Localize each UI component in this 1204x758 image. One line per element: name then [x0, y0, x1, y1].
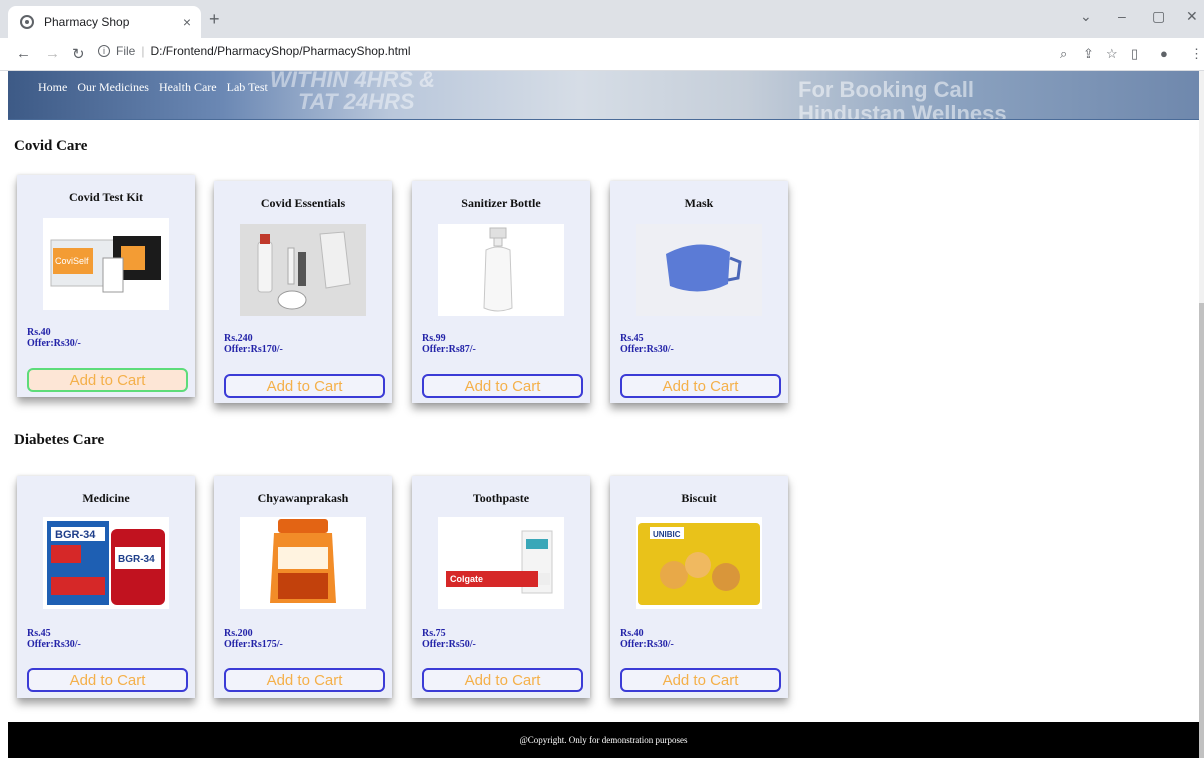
product-name: Biscuit [681, 491, 717, 505]
add-to-cart-button[interactable]: Add to Cart [422, 374, 583, 398]
zoom-icon[interactable]: ⌕ [1060, 46, 1067, 62]
globe-icon [20, 15, 34, 29]
product-card: Medicine BGR-34 BGR-34 Rs.45 Offer:Rs30/… [17, 476, 195, 698]
close-window-button[interactable]: ✕ [1186, 8, 1198, 25]
footer-text: @Copyright. Only for demonstration purpo… [519, 735, 688, 745]
product-price: Rs.45 [27, 628, 51, 639]
biscuit-brand: UNIBIC [653, 530, 681, 539]
product-name: Chyawanprakash [257, 491, 349, 505]
product-card: Chyawanprakash Rs.200 Offer:Rs175/- Add … [214, 476, 392, 698]
browser-tabstrip: Pharmacy Shop × + ⌄ – ▢ ✕ [0, 0, 1204, 38]
browser-tab[interactable]: Pharmacy Shop × [8, 6, 201, 38]
menu-icon[interactable]: ⋮ [1190, 46, 1203, 62]
url-scheme: File [116, 44, 136, 58]
new-tab-button[interactable]: + [209, 9, 220, 30]
product-name: Covid Essentials [260, 196, 346, 210]
nav-home[interactable]: Home [38, 80, 67, 95]
product-price: Rs.45 [620, 333, 644, 344]
add-to-cart-button[interactable]: Add to Cart [620, 374, 781, 398]
product-price: Rs.40 [27, 327, 51, 338]
share-icon[interactable]: ⇪ [1083, 46, 1094, 62]
product-card: Toothpaste Colgate Rs.75 Offer:Rs50/- Ad… [412, 476, 590, 698]
product-offer: Offer:Rs30/- [620, 639, 674, 650]
product-card: Covid Test Kit CoviSelf Rs.40 Offer:Rs30… [17, 175, 195, 397]
kit-brand: CoviSelf [55, 256, 89, 266]
sidepanel-icon[interactable]: ▯ [1131, 46, 1138, 62]
minimize-button[interactable]: – [1118, 8, 1126, 24]
product-price: Rs.40 [620, 628, 644, 639]
sanitizer-icon [438, 224, 564, 316]
biscuit-icon: UNIBIC [636, 517, 762, 609]
banner-bg-text: Hindustan Wellness [798, 101, 1007, 120]
nav-lab-test[interactable]: Lab Test [227, 80, 268, 95]
section-title: Diabetes Care [14, 432, 105, 448]
product-name: Sanitizer Bottle [461, 196, 541, 210]
product-offer: Offer:Rs170/- [224, 344, 283, 355]
test-kit-icon: CoviSelf [43, 218, 169, 310]
medicine-icon: BGR-34 BGR-34 [43, 517, 169, 609]
add-to-cart-button[interactable]: Add to Cart [224, 668, 385, 692]
product-name: Medicine [82, 491, 130, 505]
forward-arrow-icon[interactable]: → [45, 45, 60, 62]
product-card: Biscuit UNIBIC Rs.40 Offer:Rs30/- Add to… [610, 476, 788, 698]
profile-icon[interactable]: ● [1160, 46, 1168, 61]
maximize-button[interactable]: ▢ [1152, 8, 1165, 25]
product-price: Rs.99 [422, 333, 446, 344]
tab-title: Pharmacy Shop [44, 15, 130, 29]
mask-icon [636, 224, 762, 316]
add-to-cart-button[interactable]: Add to Cart [224, 374, 385, 398]
product-price: Rs.240 [224, 333, 253, 344]
banner-bg-text: TAT 24HRS [298, 89, 415, 114]
jar-icon [240, 517, 366, 609]
product-card: Sanitizer Bottle Rs.99 Offer:Rs87/- Add … [412, 181, 590, 403]
product-price: Rs.75 [422, 628, 446, 639]
info-icon[interactable]: i [98, 45, 110, 57]
product-card: Mask Rs.45 Offer:Rs30/- Add to Cart [610, 181, 788, 403]
product-name: Toothpaste [472, 491, 530, 505]
add-to-cart-button[interactable]: Add to Cart [422, 668, 583, 692]
essentials-icon [240, 224, 366, 316]
banner-bg-text: For Booking Call [798, 77, 974, 102]
bookmark-star-icon[interactable]: ☆ [1106, 46, 1118, 62]
add-to-cart-button[interactable]: Add to Cart [620, 668, 781, 692]
product-card: Covid Essentials Rs.240 Offer:Rs170/- Ad… [214, 181, 392, 403]
scrollbar[interactable] [1199, 71, 1204, 758]
back-arrow-icon[interactable]: ← [16, 45, 31, 62]
url-path: D:/Frontend/PharmacyShop/PharmacyShop.ht… [150, 44, 411, 58]
toothpaste-brand: Colgate [450, 574, 483, 584]
header-banner: WITHIN 4HRS & TAT 24HRS For Booking Call… [8, 71, 1199, 120]
product-offer: Offer:Rs175/- [224, 639, 283, 650]
add-to-cart-button[interactable]: Add to Cart [27, 368, 188, 392]
product-price: Rs.200 [224, 628, 253, 639]
product-name: Covid Test Kit [68, 190, 143, 204]
product-name: Mask [684, 196, 714, 210]
main-nav: Home Our Medicines Health Care Lab Test [38, 80, 268, 95]
product-offer: Offer:Rs50/- [422, 639, 476, 650]
nav-our-medicines[interactable]: Our Medicines [77, 80, 149, 95]
product-offer: Offer:Rs87/- [422, 344, 476, 355]
nav-health-care[interactable]: Health Care [159, 80, 217, 95]
product-offer: Offer:Rs30/- [620, 344, 674, 355]
reload-icon[interactable]: ↻ [72, 45, 85, 63]
tab-search-icon[interactable]: ⌄ [1080, 8, 1092, 25]
medicine-box-label: BGR-34 [55, 529, 96, 541]
tab-close-icon[interactable]: × [183, 14, 191, 30]
section-title: Covid Care [14, 138, 88, 154]
address-bar[interactable]: i File | D:/Frontend/PharmacyShop/Pharma… [98, 44, 411, 58]
browser-toolbar: ← → ↻ i File | D:/Frontend/PharmacyShop/… [0, 38, 1204, 71]
product-offer: Offer:Rs30/- [27, 639, 81, 650]
medicine-jar-label: BGR-34 [118, 554, 155, 565]
footer: @Copyright. Only for demonstration purpo… [8, 722, 1199, 758]
toothpaste-icon: Colgate [438, 517, 564, 609]
add-to-cart-button[interactable]: Add to Cart [27, 668, 188, 692]
product-offer: Offer:Rs30/- [27, 338, 81, 349]
scrollbar-thumb[interactable] [1199, 303, 1204, 758]
url-separator: | [141, 44, 145, 58]
